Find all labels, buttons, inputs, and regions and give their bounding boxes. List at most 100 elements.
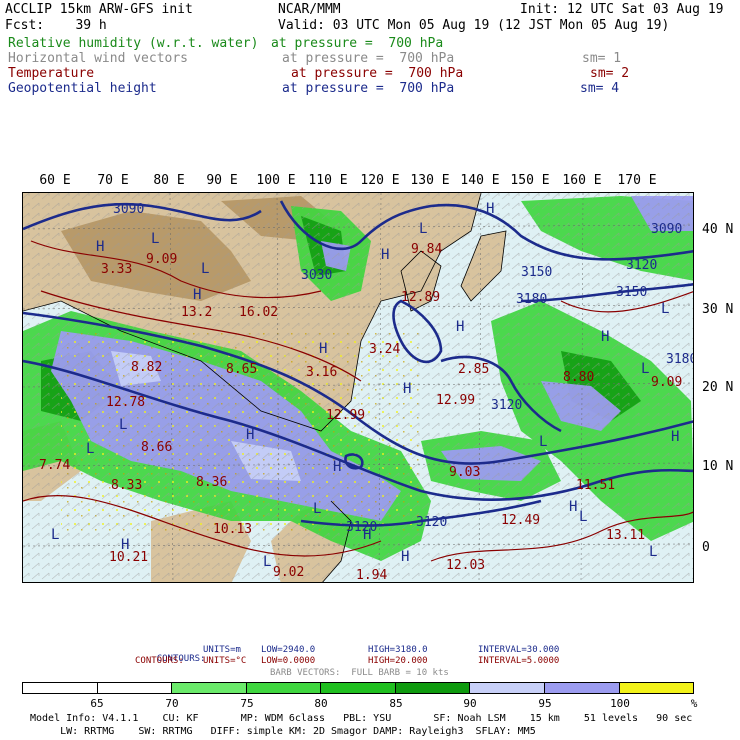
temperature-contour-label: 10.13 xyxy=(213,522,252,537)
temperature-contour-label: 12.99 xyxy=(436,393,475,408)
lat-label: 30 N xyxy=(702,302,734,317)
temp-contour-info: CONTOURS: xyxy=(135,657,184,666)
pressure-center-marker: L xyxy=(641,361,649,377)
colorbar-tick: 85 xyxy=(389,697,403,710)
model-title: ACCLIP 15km ARW-GFS init xyxy=(5,2,193,17)
pressure-center-marker: H xyxy=(401,549,409,565)
pressure-center-marker: H xyxy=(246,427,254,443)
height-low: LOW=2940.0 xyxy=(261,646,315,655)
temperature-contour-label: 11.51 xyxy=(576,478,615,493)
init-time: Init: 12 UTC Sat 03 Aug 19 xyxy=(520,2,724,17)
pressure-center-marker: L xyxy=(649,544,657,560)
temp-interval: INTERVAL=5.0000 xyxy=(478,657,559,666)
valid-time: Valid: 03 UTC Mon 05 Aug 19 (12 JST Mon … xyxy=(278,18,670,33)
temperature-contour-label: 8.36 xyxy=(196,475,227,490)
model-info-line1: Model Info: V4.1.1 CU: KF MP: WDM 6class… xyxy=(30,713,693,724)
temperature-contour-label: 3.24 xyxy=(369,342,400,357)
pressure-center-marker: L xyxy=(151,231,159,247)
temp-interval-label: INTERVAL= xyxy=(478,656,527,666)
pressure-center-marker: H xyxy=(333,459,341,475)
temperature-contour-label: 1.94 xyxy=(356,568,387,583)
height-contour-label: 3150 xyxy=(616,285,647,300)
field-sm-wind: sm= 1 xyxy=(582,51,622,66)
lon-label: 160 E xyxy=(562,173,602,188)
temperature-contour-label: 7.74 xyxy=(39,458,70,473)
height-interval: INTERVAL=30.000 xyxy=(478,646,559,655)
temp-low-value: 0.0000 xyxy=(282,656,316,666)
lon-label: 130 E xyxy=(410,173,450,188)
pressure-center-marker: H xyxy=(671,429,679,445)
temperature-contour-label: 13.11 xyxy=(606,528,645,543)
lon-label: 60 E xyxy=(39,173,71,188)
field-level-wind: at pressure = 700 hPa xyxy=(282,51,455,66)
temperature-contour-label: 9.09 xyxy=(146,252,177,267)
lon-label: 70 E xyxy=(97,173,129,188)
pressure-center-marker: L xyxy=(313,501,321,517)
height-high-label: HIGH= xyxy=(368,645,396,655)
temperature-contour-label: 8.82 xyxy=(131,360,162,375)
colorbar-swatch xyxy=(395,683,471,693)
temp-high: HIGH=20.000 xyxy=(368,657,428,666)
lat-label: 20 N xyxy=(702,380,734,395)
pressure-center-marker: L xyxy=(419,221,427,237)
center-name: NCAR/MMM xyxy=(278,2,341,17)
height-interval-label: INTERVAL= xyxy=(478,645,527,655)
colorbar-tick: 95 xyxy=(538,697,552,710)
field-name-temp: Temperature xyxy=(8,66,95,81)
lat-label: 40 N xyxy=(702,222,734,237)
colorbar-tick: 75 xyxy=(240,697,254,710)
temp-high-label: HIGH= xyxy=(368,656,396,666)
lat-label: 0 xyxy=(702,540,710,555)
colorbar-tick: 100 xyxy=(610,697,630,710)
height-contour-label: 3120 xyxy=(346,520,377,535)
temperature-contour-label: 16.02 xyxy=(239,305,278,320)
pressure-center-marker: H xyxy=(569,499,577,515)
temperature-contour-label: 12.89 xyxy=(401,290,440,305)
height-contour-label: 3120 xyxy=(491,398,522,413)
height-contour-label: 3180 xyxy=(516,292,547,307)
temp-contour-label: CONTOURS: xyxy=(135,656,184,666)
field-name-rh: Relative humidity (w.r.t. water) xyxy=(8,36,259,51)
temperature-contour-label: 2.85 xyxy=(458,362,489,377)
colorbar-swatch xyxy=(321,683,396,693)
pressure-center-marker: L xyxy=(51,527,59,543)
pressure-center-marker: H xyxy=(486,201,494,217)
temperature-contour-label: 8.33 xyxy=(111,478,142,493)
pressure-center-marker: H xyxy=(193,287,201,303)
temp-units-text: UNITS=°C xyxy=(203,656,247,666)
field-level-temp: at pressure = 700 hPa xyxy=(291,66,464,81)
height-contour-label: 3030 xyxy=(301,268,332,283)
temperature-contour-label: 9.03 xyxy=(449,465,480,480)
barb-info: BARB VECTORS: FULL BARB = 10 kts xyxy=(270,668,449,678)
colorbar-swatch xyxy=(619,683,694,693)
pressure-center-marker: H xyxy=(456,319,464,335)
height-low-label: LOW= xyxy=(261,645,283,655)
colorbar-tick: 90 xyxy=(463,697,477,710)
pressure-center-marker: L xyxy=(119,417,127,433)
field-sm-temp: sm= 2 xyxy=(590,66,630,81)
pressure-center-marker: H xyxy=(363,527,371,543)
temperature-contour-label: 9.84 xyxy=(411,242,442,257)
field-name-wind: Horizontal wind vectors xyxy=(8,51,189,66)
colorbar-swatch xyxy=(97,683,173,693)
temp-low: LOW=0.0000 xyxy=(261,657,315,666)
temperature-contour-label: 9.09 xyxy=(651,375,682,390)
temp-units: UNITS=°C xyxy=(203,657,246,666)
pressure-center-marker: L xyxy=(86,441,94,457)
map-graphic: 3090 3090 3030 3150 3120 3180 3150 3120 3120 3120… xyxy=(23,193,693,583)
temperature-contour-label: 12.03 xyxy=(446,558,485,573)
temperature-contour-label: 12.99 xyxy=(326,408,365,423)
lon-label: 120 E xyxy=(360,173,400,188)
field-sm-height: sm= 4 xyxy=(580,81,620,96)
rh-colorbar xyxy=(22,682,694,694)
colorbar-swatch xyxy=(23,683,98,693)
temperature-contour-label: 8.66 xyxy=(141,440,172,455)
lon-label: 170 E xyxy=(617,173,657,188)
pressure-center-marker: H xyxy=(381,247,389,263)
lon-label: 90 E xyxy=(206,173,238,188)
temperature-contour-label: 9.02 xyxy=(273,565,304,580)
colorbar-tick: 70 xyxy=(165,697,179,710)
height-units-text: UNITS=m xyxy=(203,645,241,655)
lon-label: 150 E xyxy=(510,173,550,188)
height-contour-label: 3090 xyxy=(651,222,682,237)
